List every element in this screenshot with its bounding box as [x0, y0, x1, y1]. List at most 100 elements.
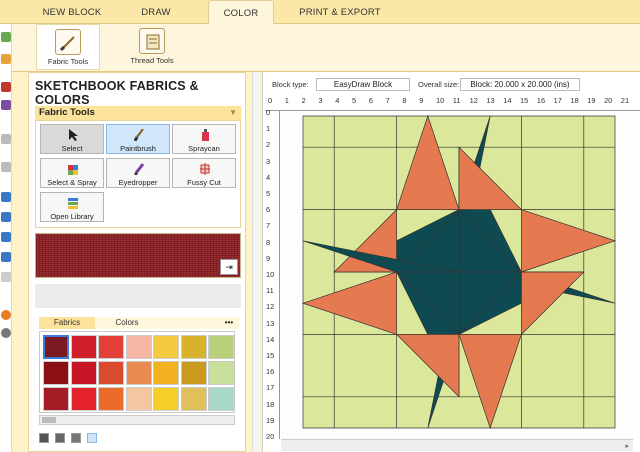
worktable-scrollbar[interactable]: ▸: [281, 439, 633, 451]
spraycan-tool-button[interactable]: Spraycan: [172, 124, 236, 154]
fabric-tools-header[interactable]: Fabric Tools ▼: [35, 106, 241, 120]
open-icon[interactable]: [1, 54, 11, 64]
open-library-tool-button[interactable]: Open Library: [40, 192, 104, 222]
export-icon[interactable]: [1, 100, 11, 110]
select-tool-button[interactable]: Select: [40, 124, 104, 154]
fabric-swatch[interactable]: [208, 387, 234, 411]
fabric-tools-button[interactable]: Fabric Tools: [36, 24, 100, 70]
view-size-buttons: [39, 433, 99, 445]
add-to-sketchbook-icon[interactable]: ⇥: [220, 259, 238, 275]
thread-tools-icon: [139, 28, 165, 54]
zoom-page-icon[interactable]: [1, 252, 11, 262]
fabric-swatch[interactable]: [70, 361, 97, 385]
spraycan-icon: [202, 129, 209, 141]
ruler-tick-label: 3: [266, 156, 271, 166]
left-toolbar: [0, 24, 12, 452]
thread-tools-button[interactable]: Thread Tools: [120, 24, 184, 70]
eyedropper-icon: [134, 163, 144, 175]
tab-print-export[interactable]: PRINT & EXPORT: [292, 0, 388, 24]
ruler-tick-label: 21: [620, 96, 630, 105]
collapse-icon[interactable]: ▼: [229, 106, 237, 120]
fabric-tools-icon: [55, 29, 81, 55]
ruler-tick-label: 0: [268, 96, 273, 105]
paintbrush-tool-button[interactable]: Paintbrush: [106, 124, 170, 154]
gear-icon[interactable]: [1, 328, 11, 338]
ruler-tick-label: 8: [266, 237, 271, 247]
fabric-swatch[interactable]: [98, 387, 124, 411]
fabric-swatch[interactable]: [153, 387, 179, 411]
fabric-swatch[interactable]: [180, 361, 207, 385]
new-icon[interactable]: [1, 32, 11, 42]
ruler-tick-label: 15: [520, 96, 529, 105]
view-list-icon[interactable]: [87, 433, 97, 443]
fabric-swatch[interactable]: [43, 335, 69, 359]
fabric-swatch[interactable]: [180, 387, 207, 411]
quilt-block-canvas[interactable]: [281, 112, 633, 439]
overall-size-value: Block: 20.000 x 20.000 (ins): [460, 78, 580, 91]
zoom-fit-icon[interactable]: [1, 232, 11, 242]
fabric-info-area: [35, 284, 241, 308]
scroll-right-icon[interactable]: ▸: [625, 442, 629, 450]
ruler-tick-label: 12: [266, 302, 275, 312]
left-ruler: 0 1 2 3 4 5 6 7 8 9 10 11 12 13 14 15 16 17 18 19 20: [265, 108, 280, 441]
ruler-tick-label: 9: [266, 253, 271, 263]
fabric-swatch[interactable]: [208, 361, 234, 385]
more-options-icon[interactable]: •••: [219, 317, 239, 329]
ruler-tick-label: 1: [284, 96, 289, 105]
fabric-swatch[interactable]: [43, 361, 69, 385]
fabric-swatch[interactable]: [125, 387, 152, 411]
fussy-cut-tool-button[interactable]: Fussy Cut: [172, 158, 236, 188]
view-large-icon[interactable]: [39, 433, 49, 443]
undo-icon[interactable]: [1, 162, 11, 172]
fabric-tools-label: Fabric Tools: [47, 57, 89, 66]
overall-size-label: Overall size:: [418, 80, 460, 89]
ruler-tick-label: 14: [503, 96, 512, 105]
fabric-tools-header-label: Fabric Tools: [39, 107, 95, 118]
fabric-swatch[interactable]: [153, 361, 179, 385]
ruler-tick-label: 13: [266, 318, 275, 328]
ruler-tick-label: 16: [266, 367, 275, 377]
fabric-swatch[interactable]: [43, 387, 69, 411]
ruler-tick-label: 18: [570, 96, 579, 105]
ruler-tick-label: 14: [266, 334, 275, 344]
zoom-out-icon[interactable]: [1, 212, 11, 222]
view-medium-icon[interactable]: [55, 433, 65, 443]
fabric-tools-body: Select Paintbrush Spraycan Select & Spra…: [35, 120, 241, 228]
swatch-scrollbar[interactable]: [39, 415, 235, 425]
ruler-tick-label: 1: [266, 124, 271, 134]
ruler-tick-label: 2: [266, 140, 271, 150]
color-ribbon: Fabric Tools Thread Tools: [12, 24, 640, 72]
scroll-thumb[interactable]: [42, 417, 56, 423]
fabric-swatch[interactable]: [180, 335, 207, 359]
ruler-tick-label: 16: [536, 96, 546, 105]
ruler-tick-label: 15: [266, 351, 275, 360]
eyedropper-tool-button[interactable]: Eyedropper: [106, 158, 170, 188]
fabric-swatch[interactable]: [125, 335, 152, 359]
fabric-swatch[interactable]: [125, 361, 152, 385]
tab-new-block[interactable]: NEW BLOCK: [36, 0, 108, 24]
tab-fabrics[interactable]: Fabrics: [39, 317, 95, 329]
panel-splitter[interactable]: [252, 72, 260, 452]
tab-color[interactable]: COLOR: [208, 0, 274, 24]
fabric-swatch[interactable]: [98, 335, 124, 359]
tab-draw[interactable]: DRAW: [128, 0, 184, 24]
zoom-in-icon[interactable]: [1, 192, 11, 202]
select-spray-tool-label: Select & Spray: [47, 178, 97, 187]
fabric-swatch[interactable]: [98, 361, 124, 385]
tab-colors[interactable]: Colors: [99, 317, 155, 329]
ruler-tick-label: 20: [266, 432, 275, 441]
ruler-tick-label: 10: [266, 270, 275, 279]
main-tab-bar: NEW BLOCK DRAW COLOR PRINT & EXPORT: [0, 0, 640, 24]
help-icon[interactable]: [1, 310, 11, 320]
save-icon[interactable]: [1, 82, 11, 92]
ruler-tick-label: 8: [402, 96, 407, 105]
fabric-swatch[interactable]: [208, 335, 234, 359]
fabric-swatch[interactable]: [70, 387, 97, 411]
fabric-swatch[interactable]: [70, 335, 97, 359]
ruler-icon[interactable]: [1, 272, 11, 282]
select-spray-tool-button[interactable]: Select & Spray: [40, 158, 104, 188]
ruler-tick-label: 11: [452, 96, 461, 105]
view-small-icon[interactable]: [71, 433, 81, 443]
fabric-swatch[interactable]: [153, 335, 179, 359]
cut-icon[interactable]: [1, 134, 11, 144]
